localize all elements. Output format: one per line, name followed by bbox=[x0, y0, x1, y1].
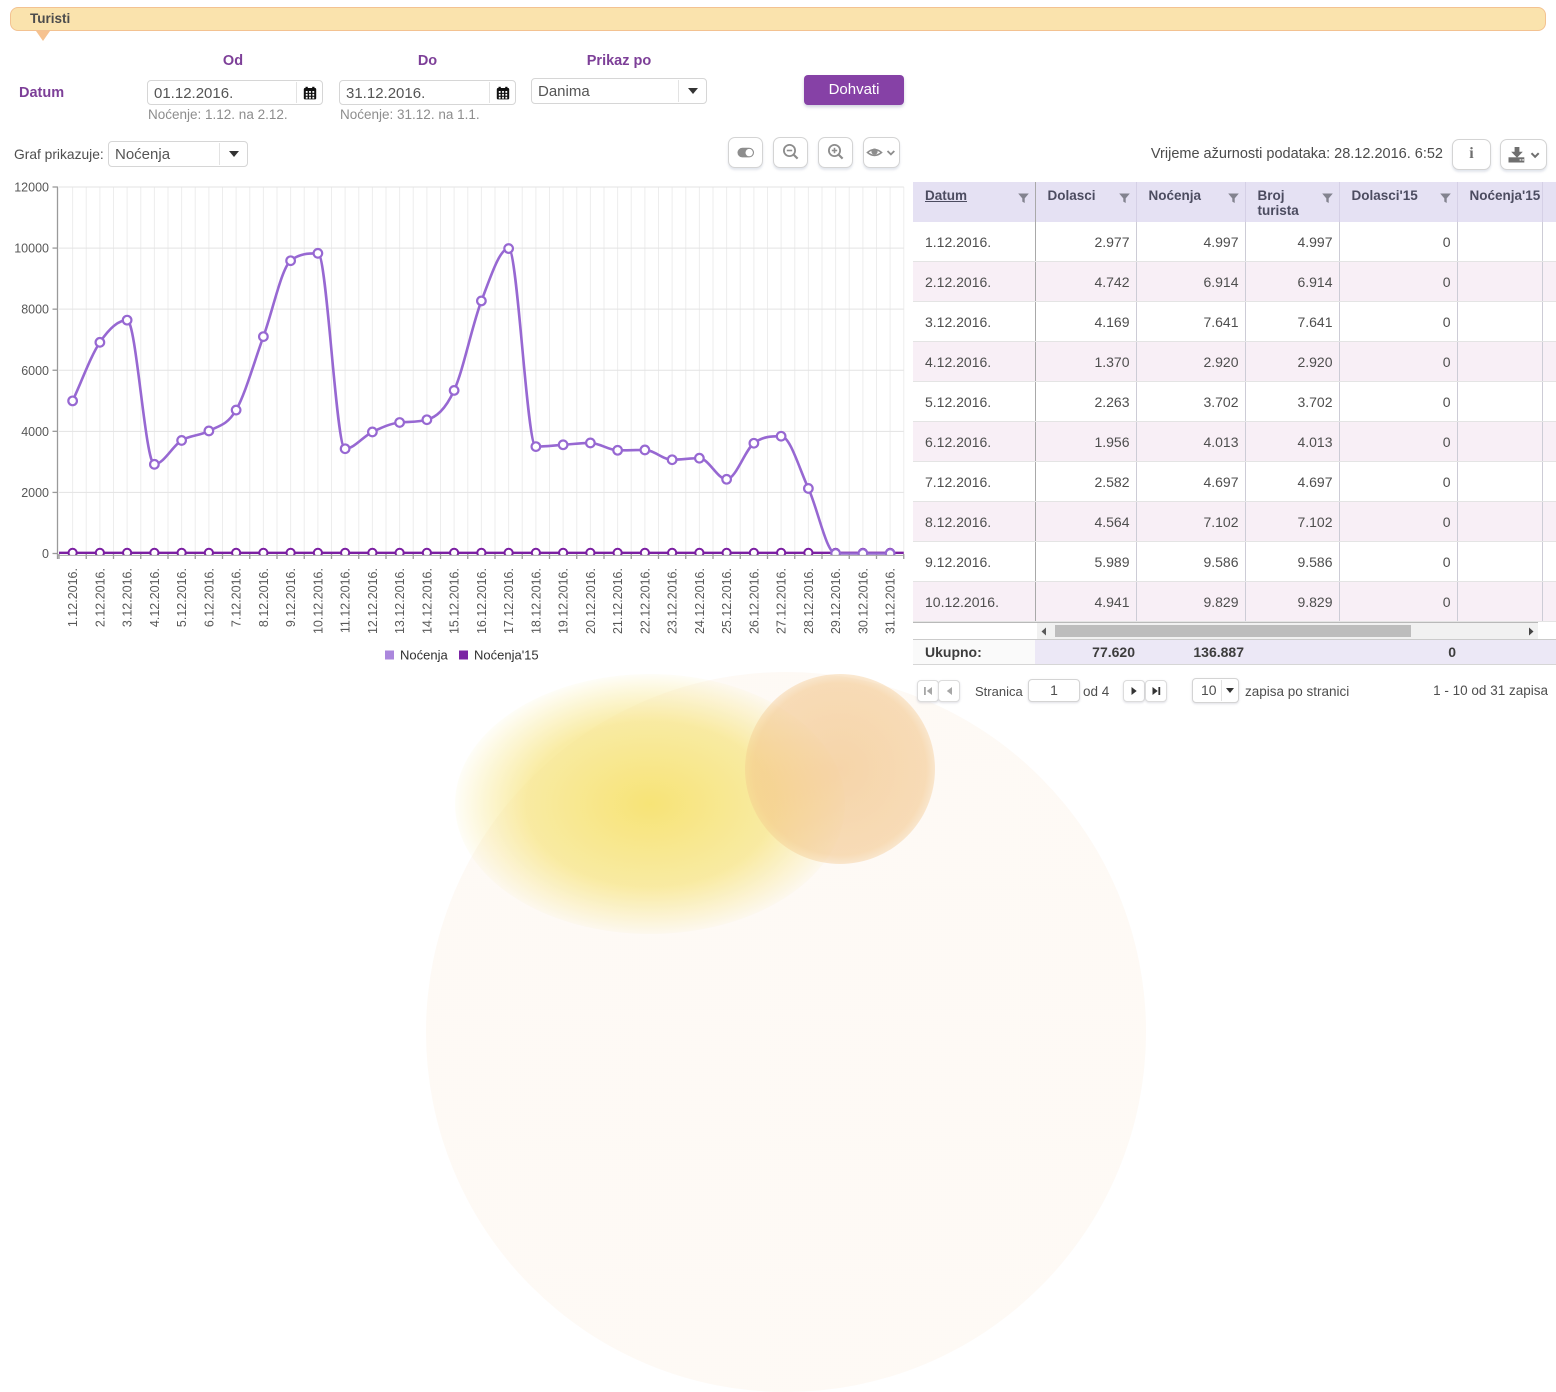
svg-text:25.12.2016.: 25.12.2016. bbox=[720, 568, 734, 634]
svg-text:1.12.2016.: 1.12.2016. bbox=[66, 568, 80, 627]
svg-text:6000: 6000 bbox=[21, 364, 49, 378]
svg-text:Noćenja: Noćenja bbox=[400, 648, 448, 663]
svg-text:26.12.2016.: 26.12.2016. bbox=[747, 568, 761, 634]
svg-text:27.12.2016.: 27.12.2016. bbox=[775, 568, 789, 634]
svg-text:4000: 4000 bbox=[21, 425, 49, 439]
svg-text:18.12.2016.: 18.12.2016. bbox=[529, 568, 543, 634]
svg-text:21.12.2016.: 21.12.2016. bbox=[611, 568, 625, 634]
svg-text:8.12.2016.: 8.12.2016. bbox=[257, 568, 271, 627]
svg-text:17.12.2016.: 17.12.2016. bbox=[502, 568, 516, 634]
svg-text:8000: 8000 bbox=[21, 303, 49, 317]
svg-text:2.12.2016.: 2.12.2016. bbox=[93, 568, 107, 627]
svg-text:5.12.2016.: 5.12.2016. bbox=[175, 568, 189, 627]
svg-text:14.12.2016.: 14.12.2016. bbox=[420, 568, 434, 634]
svg-text:7.12.2016.: 7.12.2016. bbox=[230, 568, 244, 627]
svg-text:15.12.2016.: 15.12.2016. bbox=[448, 568, 462, 634]
svg-text:10000: 10000 bbox=[14, 242, 49, 256]
svg-text:0: 0 bbox=[42, 547, 49, 561]
svg-text:20.12.2016.: 20.12.2016. bbox=[584, 568, 598, 634]
svg-text:6.12.2016.: 6.12.2016. bbox=[202, 568, 216, 627]
svg-text:19.12.2016.: 19.12.2016. bbox=[557, 568, 571, 634]
svg-text:22.12.2016.: 22.12.2016. bbox=[638, 568, 652, 634]
svg-text:31.12.2016.: 31.12.2016. bbox=[884, 568, 898, 634]
svg-text:29.12.2016.: 29.12.2016. bbox=[829, 568, 843, 634]
svg-text:28.12.2016.: 28.12.2016. bbox=[802, 568, 816, 634]
svg-text:Noćenja'15: Noćenja'15 bbox=[474, 648, 539, 663]
svg-text:11.12.2016.: 11.12.2016. bbox=[339, 568, 353, 633]
svg-text:2000: 2000 bbox=[21, 486, 49, 500]
svg-text:10.12.2016.: 10.12.2016. bbox=[311, 568, 325, 634]
svg-text:4.12.2016.: 4.12.2016. bbox=[148, 568, 162, 627]
svg-text:3.12.2016.: 3.12.2016. bbox=[121, 568, 135, 627]
svg-text:13.12.2016.: 13.12.2016. bbox=[393, 568, 407, 634]
svg-text:9.12.2016.: 9.12.2016. bbox=[284, 568, 298, 627]
svg-text:12000: 12000 bbox=[14, 181, 49, 195]
svg-text:30.12.2016.: 30.12.2016. bbox=[856, 568, 870, 634]
svg-text:16.12.2016.: 16.12.2016. bbox=[475, 568, 489, 634]
svg-text:24.12.2016.: 24.12.2016. bbox=[693, 568, 707, 634]
svg-text:12.12.2016.: 12.12.2016. bbox=[366, 568, 380, 634]
svg-text:23.12.2016.: 23.12.2016. bbox=[666, 568, 680, 634]
